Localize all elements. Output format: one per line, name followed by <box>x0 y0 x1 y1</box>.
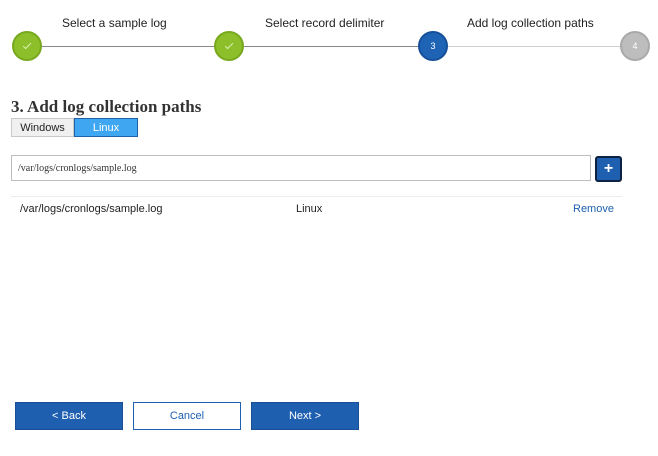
step-2-label: Select record delimiter <box>265 16 385 30</box>
os-tabs: Windows Linux <box>11 118 138 137</box>
tab-windows[interactable]: Windows <box>11 118 74 137</box>
step-1-complete-icon <box>12 31 42 61</box>
table-row: /var/logs/cronlogs/sample.log Linux Remo… <box>11 196 622 220</box>
path-cell: /var/logs/cronlogs/sample.log <box>20 203 163 215</box>
next-button[interactable]: Next > <box>251 402 359 430</box>
checkmark-icon <box>224 40 234 50</box>
step-4-indicator: 4 <box>620 31 650 61</box>
os-cell: Linux <box>296 203 323 215</box>
remove-link[interactable]: Remove <box>573 203 614 215</box>
back-button[interactable]: < Back <box>15 402 123 430</box>
step-1-label: Select a sample log <box>62 16 167 30</box>
step-connector-3 <box>447 46 622 47</box>
cancel-button[interactable]: Cancel <box>133 402 241 430</box>
step-3-indicator: 3 <box>418 31 448 61</box>
step-connector-1 <box>42 46 217 47</box>
step-connector-2 <box>244 46 420 47</box>
log-path-input[interactable] <box>11 155 591 181</box>
step-3-label: Add log collection paths <box>467 16 594 30</box>
step-2-complete-icon <box>214 31 244 61</box>
tab-linux[interactable]: Linux <box>74 118 138 137</box>
add-path-button[interactable]: + <box>595 156 622 182</box>
checkmark-icon <box>22 40 32 50</box>
page-title: 3. Add log collection paths <box>11 97 202 116</box>
